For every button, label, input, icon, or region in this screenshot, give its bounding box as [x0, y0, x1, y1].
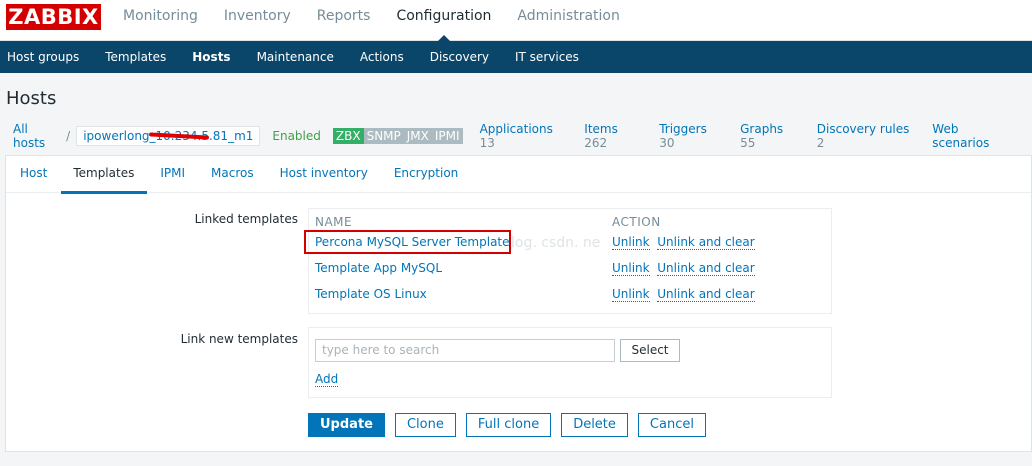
applications-label: Applications — [479, 122, 553, 136]
main-menu-inventory[interactable]: Inventory — [224, 0, 291, 41]
graphs-label: Graphs — [740, 122, 784, 136]
unlink-link[interactable]: Unlink — [612, 261, 650, 276]
link-new-templates-box: type here to search Select Add — [308, 327, 832, 398]
template-link-os-linux[interactable]: Template OS Linux — [315, 287, 427, 301]
triggers-count: 30 — [659, 136, 675, 150]
full-clone-button[interactable]: Full clone — [465, 413, 552, 437]
sub-menu-host-groups[interactable]: Host groups — [7, 41, 79, 73]
link-new-templates-label: Link new templates — [180, 332, 298, 346]
discovery-rules-link[interactable]: Discovery rules 2 — [817, 122, 914, 150]
items-label: Items — [584, 122, 618, 136]
all-hosts-link[interactable]: All hosts — [13, 122, 60, 150]
sub-menu-discovery[interactable]: Discovery — [430, 41, 489, 73]
tab-ipmi[interactable]: IPMI — [160, 156, 185, 192]
web-scenarios-label: Web scenarios — [932, 122, 990, 150]
applications-count: 13 — [479, 136, 495, 150]
top-header: ZABBIX Monitoring Inventory Reports Conf… — [0, 0, 1032, 41]
web-scenarios-link[interactable]: Web scenarios — [932, 122, 1013, 150]
availability-badges: ZBX SNMP JMX IPMI — [332, 128, 463, 144]
unlink-link[interactable]: Unlink — [612, 235, 650, 250]
page-title: Hosts — [6, 88, 57, 109]
linked-templates-label: Linked templates — [194, 212, 298, 226]
sub-menu-templates[interactable]: Templates — [105, 41, 166, 73]
host-form-panel: Host Templates IPMI Macros Host inventor… — [5, 155, 1032, 452]
tab-host-inventory[interactable]: Host inventory — [280, 156, 368, 192]
clone-button[interactable]: Clone — [394, 413, 456, 437]
main-menu-administration[interactable]: Administration — [517, 0, 619, 41]
main-menu: Monitoring Inventory Reports Configurati… — [123, 0, 646, 41]
badge-jmx: JMX — [403, 128, 432, 144]
graphs-link[interactable]: Graphs 55 — [740, 122, 798, 150]
main-menu-monitoring[interactable]: Monitoring — [123, 0, 198, 41]
items-count: 262 — [584, 136, 608, 150]
unlink-and-clear-link[interactable]: Unlink and clear — [657, 287, 755, 302]
tab-encryption[interactable]: Encryption — [394, 156, 458, 192]
main-menu-configuration[interactable]: Configuration — [396, 0, 491, 41]
sub-menu-it-services[interactable]: IT services — [515, 41, 579, 73]
host-nav-bar: All hosts / ipowerlong_10.234.5.81_m1 En… — [0, 121, 1032, 151]
sub-menu-hosts[interactable]: Hosts — [192, 41, 230, 73]
graphs-count: 55 — [740, 136, 756, 150]
template-actions-row-1: Unlink Unlink and clear — [612, 235, 755, 250]
cancel-button[interactable]: Cancel — [637, 413, 706, 437]
tab-macros[interactable]: Macros — [211, 156, 254, 192]
linked-templates-table: NAME ACTION Percona MySQL Server Templat… — [308, 208, 832, 314]
host-status-enabled[interactable]: Enabled — [272, 129, 321, 143]
template-actions-row-2: Unlink Unlink and clear — [612, 261, 755, 276]
unlink-and-clear-link[interactable]: Unlink and clear — [657, 261, 755, 276]
triggers-link[interactable]: Triggers 30 — [659, 122, 721, 150]
form-buttons: Update Clone Full clone Delete Cancel — [308, 413, 716, 437]
zabbix-logo[interactable]: ZABBIX — [6, 4, 101, 30]
add-link[interactable]: Add — [315, 372, 339, 387]
template-actions-row-3: Unlink Unlink and clear — [612, 287, 755, 302]
tab-host[interactable]: Host — [20, 156, 47, 192]
sub-menu-maintenance[interactable]: Maintenance — [257, 41, 334, 73]
host-name-link[interactable]: ipowerlong_10.234.5.81_m1 — [76, 126, 261, 146]
breadcrumb-separator: / — [66, 129, 71, 143]
badge-zbx: ZBX — [332, 128, 364, 144]
unlink-and-clear-link[interactable]: Unlink and clear — [657, 235, 755, 250]
discovery-rules-label: Discovery rules — [816, 122, 910, 136]
discovery-rules-count: 2 — [816, 136, 825, 150]
tab-templates[interactable]: Templates — [61, 156, 148, 194]
delete-button[interactable]: Delete — [561, 413, 628, 437]
form-tabs: Host Templates IPMI Macros Host inventor… — [6, 156, 1031, 194]
sub-menu-actions[interactable]: Actions — [360, 41, 404, 73]
column-header-name: NAME — [315, 215, 353, 229]
badge-ipmi: IPMI — [431, 128, 463, 144]
sub-menu: Host groups Templates Hosts Maintenance … — [0, 41, 1032, 73]
badge-snmp: SNMP — [363, 128, 404, 144]
triggers-label: Triggers — [659, 122, 707, 136]
unlink-link[interactable]: Unlink — [612, 287, 650, 302]
column-header-action: ACTION — [612, 215, 661, 229]
select-button[interactable]: Select — [620, 339, 680, 362]
update-button[interactable]: Update — [308, 413, 385, 437]
template-link-app-mysql[interactable]: Template App MySQL — [315, 261, 442, 275]
red-highlight-box — [304, 230, 511, 254]
items-link[interactable]: Items 262 — [584, 122, 640, 150]
applications-link[interactable]: Applications 13 — [480, 122, 566, 150]
watermark-text: log. csdn. ne — [511, 235, 601, 251]
template-search-input[interactable]: type here to search — [315, 339, 615, 362]
main-menu-reports[interactable]: Reports — [317, 0, 371, 41]
